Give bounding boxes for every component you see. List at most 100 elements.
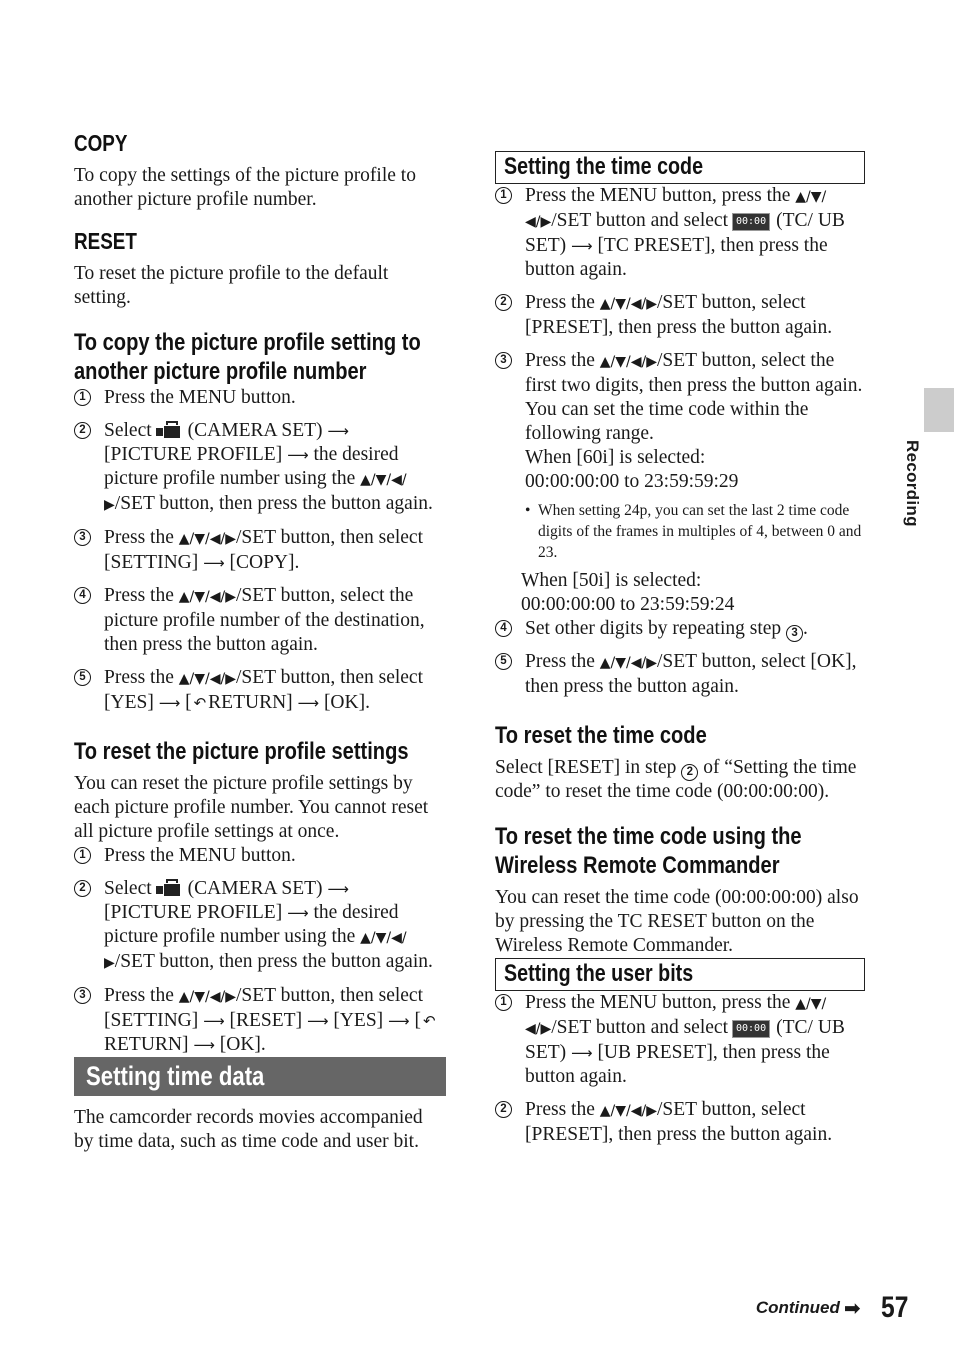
step-item: 1 Press the MENU button, press the ▲/▼/ … <box>495 184 865 282</box>
copy-section-heading: To copy the picture profile setting to a… <box>74 329 421 385</box>
time-code-steps: 1 Press the MENU button, press the ▲/▼/ … <box>495 184 865 563</box>
step-text: [OK]. <box>219 1034 266 1055</box>
note-24p: • When setting 24p, you can set the last… <box>525 500 865 563</box>
time-code-heading-box: Setting the time code <box>495 151 865 184</box>
continued-arrow-icon: ➡ <box>843 1296 861 1320</box>
step-text: Set other digits by repeating step <box>525 618 782 639</box>
dpad-icon: ▲/▼/ <box>795 189 827 205</box>
step-text: [COPY]. <box>229 552 300 573</box>
step-text: [OK]. <box>323 692 370 713</box>
arrow-icon: ⟶ <box>571 1044 593 1062</box>
reset-section-description: You can reset the picture profile settin… <box>74 773 429 842</box>
circled-number-4: 4 <box>74 587 91 604</box>
step-item: 1 Press the MENU button. <box>74 844 446 868</box>
arrow-icon: ⟶ <box>327 422 349 440</box>
circled-number-2: 2 <box>681 764 699 781</box>
step-item: 3 Press the ▲/▼/◀/▶/SET button, select t… <box>495 349 865 563</box>
step-item: 5 Press the ▲/▼/◀/▶/SET button, select [… <box>495 650 865 699</box>
step-item: 1 Press the MENU button, press the ▲/▼/ … <box>495 991 865 1089</box>
tc-ub-set-icon: 00:00 <box>732 213 771 231</box>
step-item: 4 Set other digits by repeating step 3. <box>495 617 865 642</box>
circled-number-5: 5 <box>74 669 91 686</box>
circled-number-3: 3 <box>74 529 91 546</box>
right-column: Setting the time code 1 Press the MENU b… <box>495 151 865 1147</box>
step-text: Press the <box>525 292 595 313</box>
time-code-heading: Setting the time code <box>504 153 704 180</box>
reset-steps: 1 Press the MENU button. 2 Select (CAMERA… <box>74 844 446 1057</box>
left-column: COPY To copy the settings of the picture… <box>74 128 446 1154</box>
circled-number-4: 4 <box>495 620 512 637</box>
reset-tc-remote-description: You can reset the time code (00:00:00:00… <box>495 887 859 956</box>
step-text: Press the <box>104 585 174 606</box>
reset-section-heading: To reset the picture profile settings <box>74 738 409 765</box>
time-code-steps-cont: 4 Set other digits by repeating step 3. … <box>495 617 865 699</box>
step-item: 2 Select (CAMERA SET) ⟶ [PICTURE PROFILE]… <box>74 877 446 975</box>
step-item: 1 Press the MENU button. <box>74 386 446 410</box>
page-footer: Continued ➡ 57 <box>756 1290 908 1326</box>
circled-number-1: 1 <box>495 994 512 1011</box>
continued-label: Continued <box>755 1298 840 1317</box>
circled-number-2: 2 <box>495 294 512 311</box>
dpad-icon: ◀/▶ <box>525 1021 552 1037</box>
step-text: [PICTURE PROFILE] <box>104 444 283 465</box>
step-text: Select <box>104 878 152 899</box>
return-icon: ↶ <box>422 1012 436 1030</box>
step-text: [ <box>185 692 192 713</box>
dpad-icon: ▲/▼/ <box>795 996 827 1012</box>
step-item: 5 Press the ▲/▼/◀/▶/SET button, then sel… <box>74 666 446 715</box>
reset-tc-remote-heading: To reset the time code using the Wireles… <box>495 823 802 879</box>
reset-description: To reset the picture profile to the defa… <box>74 263 389 308</box>
arrow-icon: ⟶ <box>203 554 225 572</box>
dpad-right-icon: ▶ <box>104 497 115 513</box>
page-number: 57 <box>880 1291 908 1324</box>
step-item: 2 Press the ▲/▼/◀/▶/SET button, select [… <box>495 1098 865 1147</box>
chapter-tab-marker <box>924 388 954 432</box>
step-item: 2 Press the ▲/▼/◀/▶/SET button, select [… <box>495 291 865 340</box>
reset-tc-text: Select [RESET] in step <box>495 757 677 778</box>
arrow-icon: ⟶ <box>287 904 309 922</box>
user-bits-steps: 1 Press the MENU button, press the ▲/▼/ … <box>495 991 865 1147</box>
circled-number-3: 3 <box>74 987 91 1004</box>
dpad-icon: ▲/▼/◀/▶ <box>599 354 657 370</box>
step-text: Select <box>104 420 152 441</box>
arrow-icon: ⟶ <box>287 446 309 464</box>
step-text: . <box>803 618 808 639</box>
arrow-icon: ⟶ <box>327 880 349 898</box>
range-50i-block: When [50i] is selected: 00:00:00:00 to 2… <box>495 569 865 617</box>
camera-set-icon <box>155 879 182 896</box>
dpad-icon: ▲/▼/◀/ <box>360 930 407 946</box>
arrow-icon: ⟶ <box>571 237 593 255</box>
circled-number-1: 1 <box>495 187 512 204</box>
dpad-icon: ◀/▶ <box>525 214 552 230</box>
arrow-icon: ⟶ <box>203 1012 225 1030</box>
camera-set-icon <box>155 421 182 438</box>
step-text: [RESET] <box>229 1010 303 1031</box>
circled-number-3: 3 <box>786 625 804 642</box>
step-text: [YES] <box>333 1010 384 1031</box>
step-item: 2 Select (CAMERA SET) ⟶ [PICTURE PROFILE]… <box>74 419 446 517</box>
circled-number-3: 3 <box>495 352 512 369</box>
step-text: Press the MENU button. <box>104 845 296 866</box>
reset-tc-description: Select [RESET] in step 2 of “Setting the… <box>495 756 865 804</box>
manual-page: COPY To copy the settings of the picture… <box>0 0 954 1357</box>
copy-heading: COPY <box>74 130 128 156</box>
step-text: Press the <box>104 985 174 1006</box>
step-text: [PICTURE PROFILE] <box>104 902 283 923</box>
dpad-icon: ▲/▼/◀/▶ <box>599 1103 657 1119</box>
step-text: Press the MENU button. <box>104 387 296 408</box>
time-data-description: The camcorder records movies accompanied… <box>74 1107 423 1152</box>
circled-number-5: 5 <box>495 653 512 670</box>
dpad-icon: ▲/▼/◀/▶ <box>599 655 657 671</box>
reset-tc-heading: To reset the time code <box>495 722 707 749</box>
arrow-icon: ⟶ <box>193 1036 215 1054</box>
step-text: Press the <box>104 527 174 548</box>
dpad-right-icon: ▶ <box>104 955 115 971</box>
range-50i-label: When [50i] is selected: <box>521 570 702 591</box>
dpad-icon: ▲/▼/◀/▶ <box>178 531 236 547</box>
range-60i-label: When [60i] is selected: <box>525 447 706 468</box>
step-text: Press the <box>525 1099 595 1120</box>
dpad-icon: ▲/▼/◀/▶ <box>178 989 236 1005</box>
step-item: 4 Press the ▲/▼/◀/▶/SET button, select t… <box>74 584 446 657</box>
note-text: When setting 24p, you can set the last 2… <box>538 502 862 561</box>
step-item: 3 Press the ▲/▼/◀/▶/SET button, then sel… <box>74 526 446 575</box>
